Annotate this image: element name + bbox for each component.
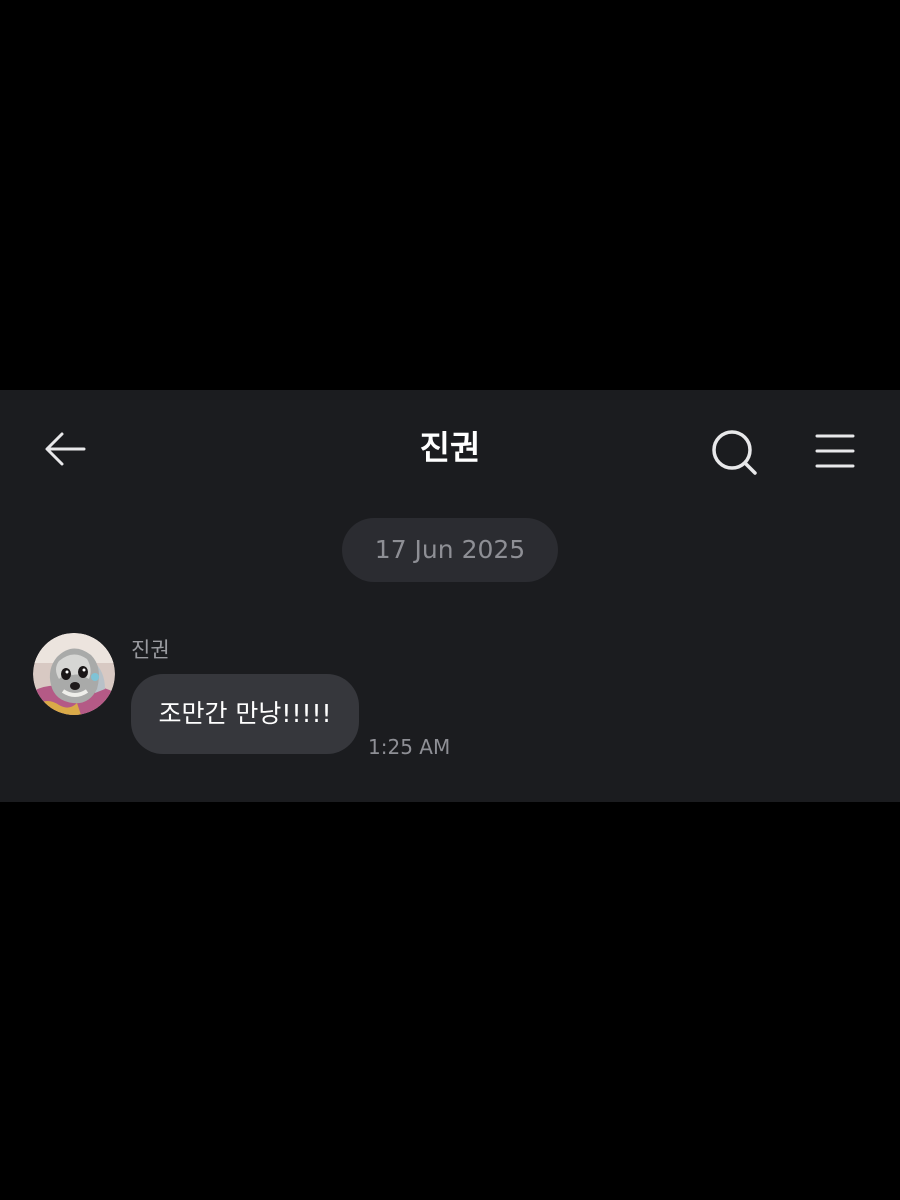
chat-screen: 진권 17 Jun 2025 진권 조만간 만낭!!!!! 1:25 AM [0,390,900,802]
dog-avatar [33,633,115,715]
avatar[interactable] [33,633,115,715]
message-timestamp: 1:25 AM [368,735,451,759]
chat-title: 진권 [419,428,481,467]
arrow-left-icon [45,432,86,466]
hamburger-menu-icon [815,434,855,468]
sender-name: 진권 [131,638,170,662]
chat-header: 진권 [0,390,900,510]
letterbox-bottom [0,802,900,1200]
menu-button[interactable] [808,426,862,476]
search-icon [712,430,757,475]
back-button[interactable] [40,424,90,474]
message-bubble[interactable]: 조만간 만낭!!!!! [131,674,359,754]
letterbox-top [0,0,900,390]
date-separator: 17 Jun 2025 [342,518,558,582]
search-button[interactable] [708,426,762,480]
